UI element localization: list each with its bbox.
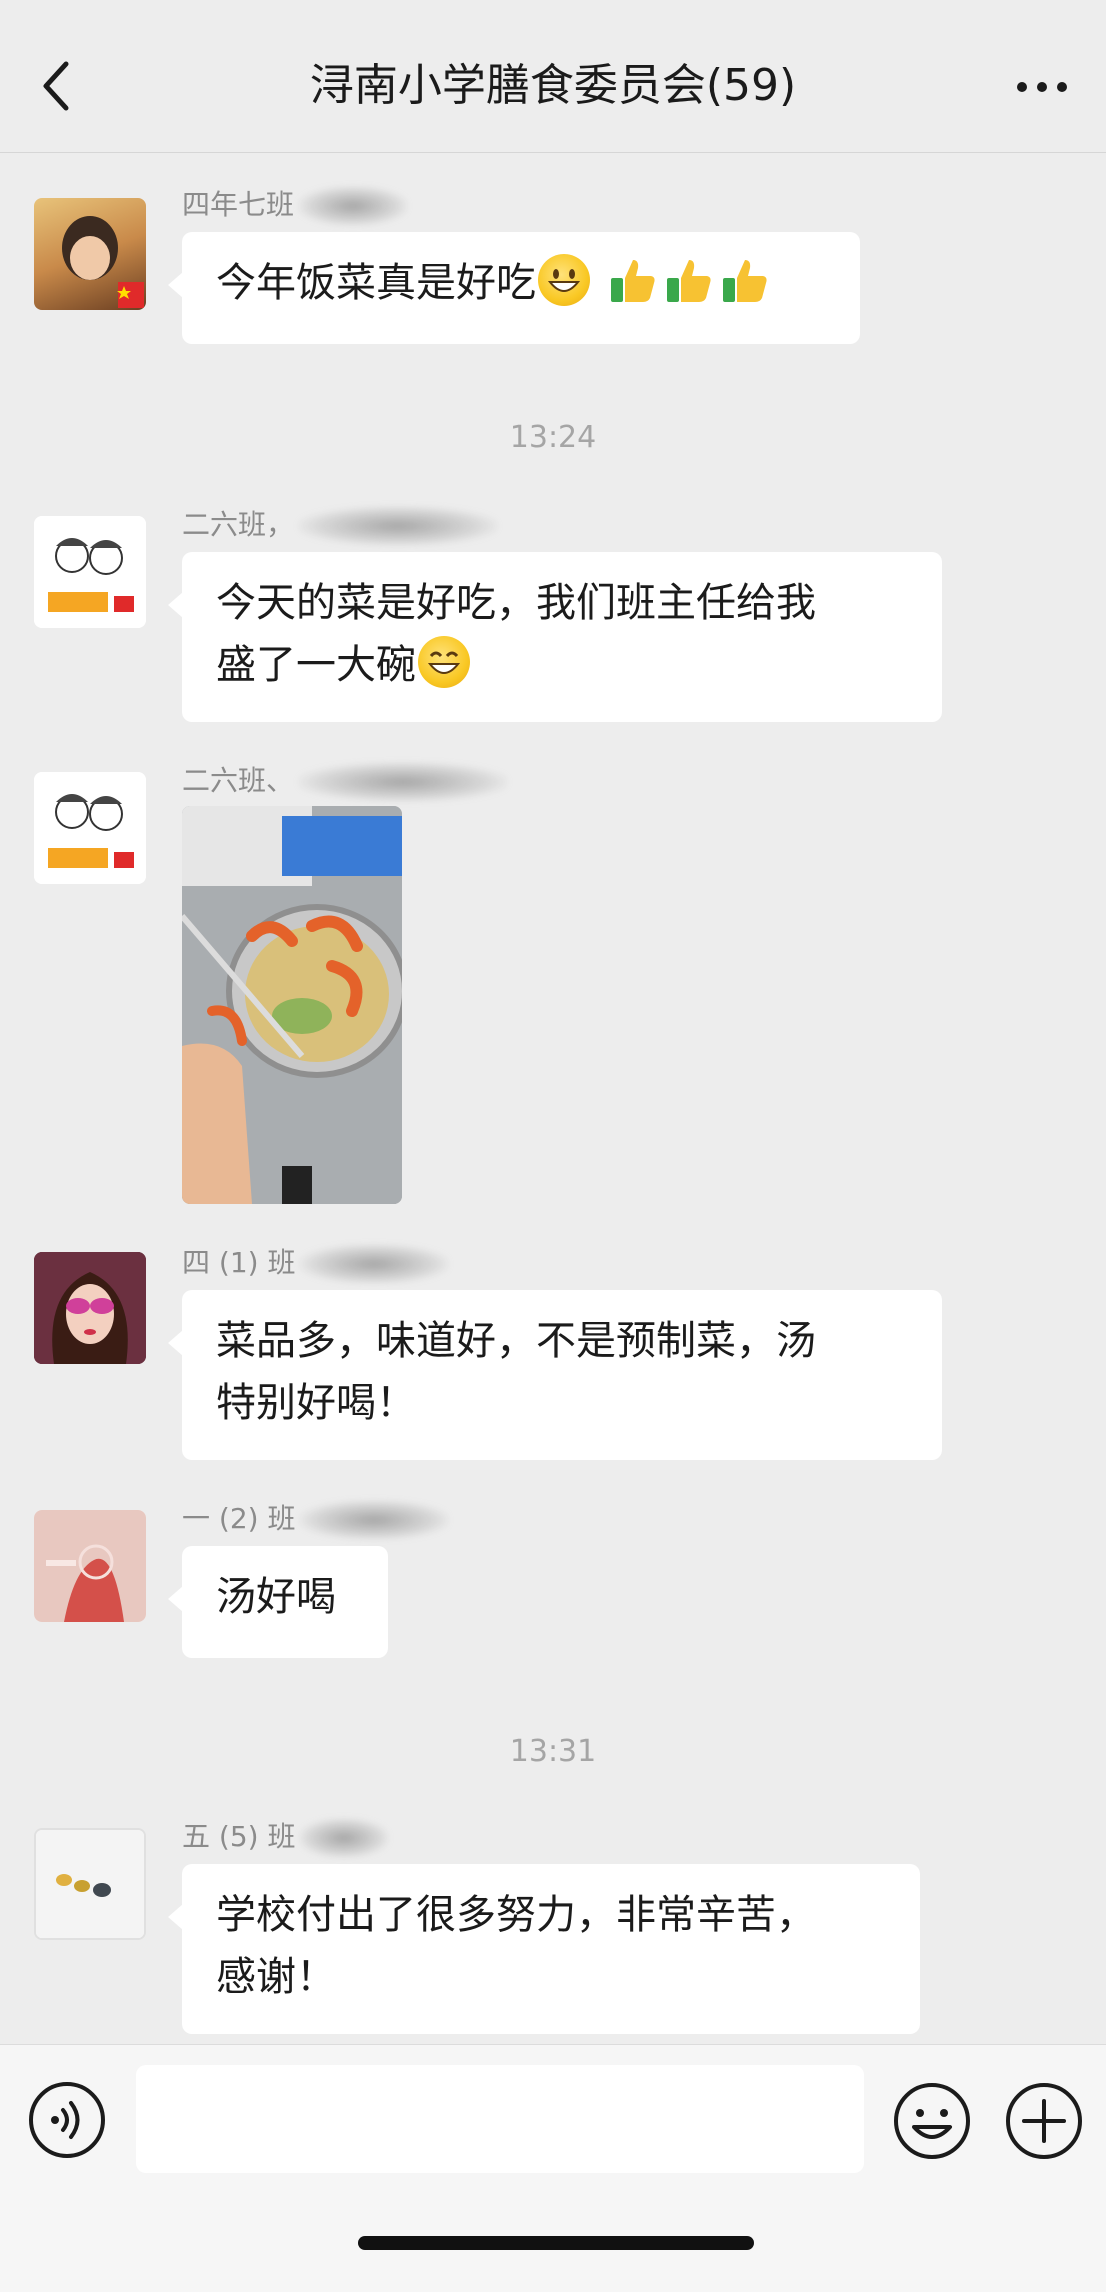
smiling-face-icon (418, 636, 470, 688)
smile-icon[interactable] (892, 2081, 972, 2161)
timestamp: 13:31 (509, 1734, 597, 1769)
message-text: 汤好喝 (216, 1574, 336, 1620)
grinning-face-icon (538, 254, 590, 306)
message-photo[interactable] (182, 806, 402, 1204)
ellipsis-icon[interactable] (1014, 70, 1070, 104)
sender-name: 五 (5) 班 (182, 1818, 390, 1858)
avatar[interactable] (34, 198, 146, 310)
voice-icon[interactable] (28, 2081, 106, 2159)
sender-name: 二六班、 (182, 762, 509, 802)
message-text: 今年饭菜真是好吃 (216, 260, 536, 306)
sender-name: 四年七班 (182, 186, 409, 226)
avatar[interactable] (34, 1828, 146, 1940)
message-text-line: 感谢！ (216, 1954, 336, 2000)
message-bubble[interactable]: 今年饭菜真是好吃 (168, 232, 860, 344)
input-bar (0, 2044, 1106, 2292)
message-input[interactable] (136, 2065, 864, 2173)
timestamp: 13:24 (509, 420, 597, 455)
chat-title: 浔南小学膳食委员会(59) (309, 60, 797, 111)
message-text-line: 今天的菜是好吃，我们班主任给我 (216, 580, 816, 626)
sender-name: 四 (1) 班 (182, 1244, 450, 1284)
message-text-line: 特别好喝！ (216, 1380, 416, 1426)
message-bubble[interactable]: 学校付出了很多努力，非常辛苦， 感谢！ (168, 1864, 920, 2034)
thumbs-up-icon (610, 260, 655, 302)
home-indicator[interactable] (358, 2236, 754, 2250)
sender-name: 一 (2) 班 (182, 1500, 450, 1540)
sender-name: 二六班， (182, 506, 499, 546)
avatar[interactable] (34, 516, 146, 628)
message-bubble[interactable]: 菜品多，味道好，不是预制菜，汤 特别好喝！ (168, 1290, 942, 1460)
thumbs-up-icon (722, 260, 767, 302)
thumbs-up-icon (666, 260, 711, 302)
avatar[interactable] (34, 1510, 146, 1622)
avatar[interactable] (34, 772, 146, 884)
message-text-line: 菜品多，味道好，不是预制菜，汤 (216, 1318, 816, 1364)
plus-circle-icon[interactable] (1004, 2081, 1084, 2161)
message-bubble[interactable]: 汤好喝 (168, 1546, 388, 1658)
chat-header: 浔南小学膳食委员会(59) (0, 0, 1106, 153)
message-text-line: 学校付出了很多努力，非常辛苦， (216, 1892, 816, 1938)
message-bubble[interactable]: 今天的菜是好吃，我们班主任给我 盛了一大碗 (168, 552, 942, 722)
avatar[interactable] (34, 1252, 146, 1364)
message-text-line: 盛了一大碗 (216, 642, 416, 688)
